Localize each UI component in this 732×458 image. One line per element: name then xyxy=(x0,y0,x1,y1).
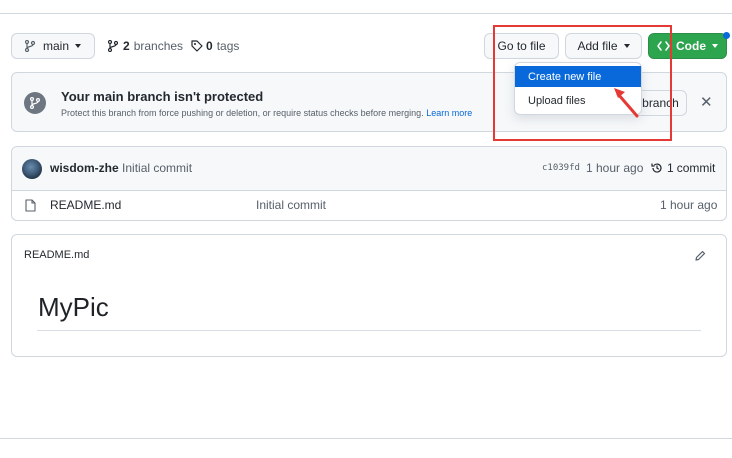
avatar[interactable] xyxy=(22,159,42,179)
file-icon xyxy=(25,199,36,212)
close-icon[interactable]: ✕ xyxy=(700,95,713,110)
code-label: Code xyxy=(676,39,706,53)
notification-dot xyxy=(723,32,730,39)
heading-divider xyxy=(37,330,701,331)
protection-description: Protect this branch from force pushing o… xyxy=(61,108,472,118)
pencil-icon[interactable] xyxy=(694,250,706,262)
commit-author[interactable]: wisdom-zhe xyxy=(50,161,119,175)
latest-commit-info: wisdom-zhe Initial commit xyxy=(50,161,192,175)
commits-label: commit xyxy=(676,161,716,175)
branch-selector-button[interactable]: main xyxy=(11,33,95,59)
tag-icon xyxy=(191,40,203,52)
chevron-down-icon xyxy=(75,44,81,48)
tags-label: tags xyxy=(216,39,240,53)
branches-count: 2 xyxy=(123,39,130,53)
commit-sha[interactable]: c1039fd xyxy=(542,163,580,173)
tags-link[interactable]: 0 tags xyxy=(191,39,239,53)
file-commit-time: 1 hour ago xyxy=(660,198,718,212)
git-branch-icon xyxy=(108,40,118,52)
annotation-highlight-box xyxy=(493,25,672,141)
tags-count: 0 xyxy=(206,39,213,53)
learn-more-link[interactable]: Learn more xyxy=(426,108,472,118)
branches-label: branches xyxy=(133,39,184,53)
commits-history-link[interactable]: 1 commit xyxy=(651,161,715,175)
readme-heading: MyPic xyxy=(38,292,109,322)
chevron-down-icon xyxy=(712,44,718,48)
file-commit-message[interactable]: Initial commit xyxy=(256,198,326,212)
top-divider xyxy=(0,13,732,14)
readme-filename[interactable]: README.md xyxy=(24,249,89,261)
git-branch-icon xyxy=(24,40,35,52)
readme-panel xyxy=(11,234,727,357)
protection-description-text: Protect this branch from force pushing o… xyxy=(61,108,424,118)
branch-name: main xyxy=(42,39,69,53)
annotation-arrow-icon xyxy=(614,88,639,118)
file-name-link[interactable]: README.md xyxy=(50,198,121,212)
branches-link[interactable]: 2 branches xyxy=(108,39,183,53)
commit-time: 1 hour ago xyxy=(586,161,644,175)
commit-message[interactable]: Initial commit xyxy=(122,161,192,175)
commits-count: 1 xyxy=(667,161,674,175)
history-icon xyxy=(651,163,662,173)
protection-title: Your main branch isn't protected xyxy=(61,89,264,104)
bottom-divider xyxy=(0,438,732,439)
git-branch-icon xyxy=(24,92,46,114)
